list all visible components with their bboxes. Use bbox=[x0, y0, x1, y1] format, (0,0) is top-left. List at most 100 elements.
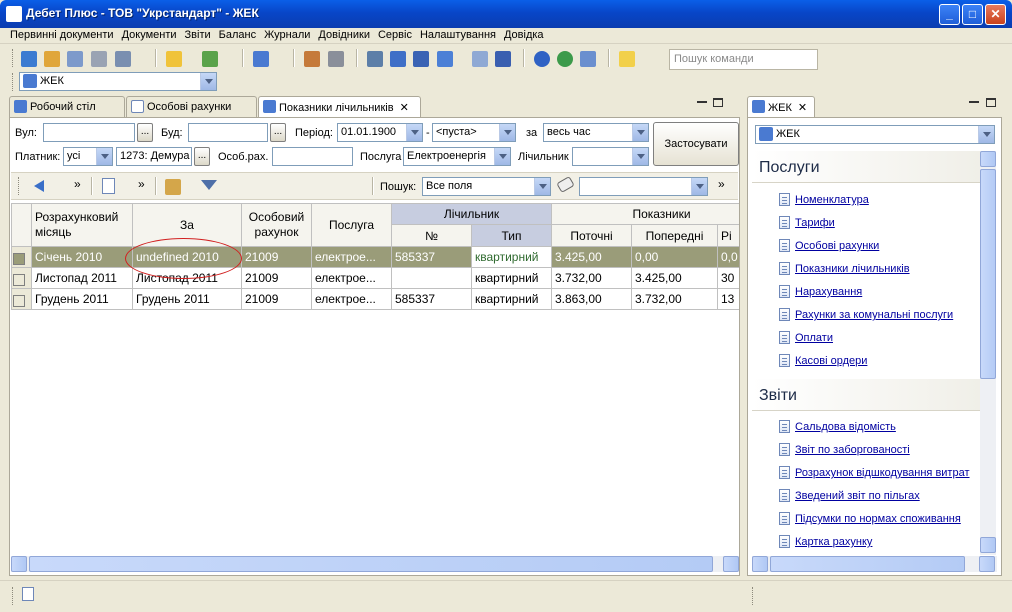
tools-icon[interactable] bbox=[328, 51, 344, 67]
menu-item[interactable]: Довідники bbox=[314, 28, 374, 43]
search-field-combo[interactable]: Все поля bbox=[422, 177, 551, 196]
chart-icon[interactable] bbox=[253, 51, 269, 67]
nav-link-accruals[interactable]: Нарахування bbox=[795, 286, 862, 298]
chevron-down-icon[interactable] bbox=[200, 73, 216, 90]
nav-link-meter-readings[interactable]: Показники лічильників bbox=[795, 263, 910, 275]
service-combo[interactable]: Електроенергія bbox=[403, 147, 511, 166]
building-select-button[interactable]: ... bbox=[270, 123, 286, 142]
period-to-combo[interactable]: <пуста> bbox=[432, 123, 516, 142]
mail-icon[interactable] bbox=[472, 51, 488, 67]
street-select-button[interactable]: ... bbox=[137, 123, 153, 142]
cell-diff[interactable]: 13 bbox=[716, 288, 739, 310]
open-folder-icon[interactable] bbox=[166, 51, 182, 67]
cell-month[interactable]: Листопад 2011 bbox=[31, 267, 133, 289]
col-current-header[interactable]: Поточні bbox=[551, 224, 632, 247]
scroll-thumb[interactable] bbox=[980, 169, 996, 379]
tab-desktop[interactable]: Робочий стіл bbox=[9, 96, 125, 117]
scroll-left-button[interactable] bbox=[752, 556, 768, 572]
cell-number[interactable]: 585337 bbox=[391, 288, 472, 310]
clipboard-icon[interactable] bbox=[115, 51, 131, 67]
toolbar-overflow-icon[interactable]: » bbox=[718, 177, 725, 191]
toolbar-grip[interactable] bbox=[12, 49, 15, 67]
search-value-combo[interactable] bbox=[579, 177, 708, 196]
user-icon[interactable] bbox=[304, 51, 320, 67]
close-tab-icon[interactable]: ✕ bbox=[798, 102, 807, 114]
nav-link-debt-report[interactable]: Звіт по заборгованості bbox=[795, 444, 910, 456]
navigator-vertical-scrollbar[interactable] bbox=[980, 151, 996, 555]
nav-link-benefits-summary[interactable]: Зведений звіт по пільгах bbox=[795, 490, 920, 502]
menu-item[interactable]: Сервіс bbox=[374, 28, 416, 43]
new-document-icon[interactable] bbox=[202, 51, 218, 67]
cell-number[interactable]: 585337 bbox=[391, 246, 472, 268]
scroll-right-button[interactable] bbox=[723, 556, 739, 572]
maximize-view-icon[interactable] bbox=[713, 98, 723, 107]
menu-item[interactable]: Журнали bbox=[260, 28, 314, 43]
maximize-view-icon[interactable] bbox=[986, 98, 996, 107]
star-icon[interactable] bbox=[390, 51, 406, 67]
cell-previous[interactable]: 3.425,00 bbox=[631, 267, 718, 289]
chevron-down-icon[interactable] bbox=[691, 178, 707, 195]
list-icon[interactable] bbox=[91, 51, 107, 67]
scroll-thumb[interactable] bbox=[770, 556, 965, 572]
tab-personal-accounts[interactable]: Особові рахунки bbox=[126, 96, 257, 117]
chevron-down-icon[interactable] bbox=[494, 148, 510, 165]
organization-combo[interactable]: ЖЕК bbox=[19, 72, 217, 91]
menu-item[interactable]: Документи bbox=[118, 28, 181, 43]
payer-code-input[interactable]: 1273: Демура bbox=[116, 147, 192, 166]
chevron-down-icon[interactable] bbox=[632, 124, 648, 141]
cell-type[interactable]: квартирний bbox=[471, 267, 552, 289]
cell-month[interactable]: Січень 2010 bbox=[31, 246, 133, 268]
cell-month[interactable]: Грудень 2011 bbox=[31, 288, 133, 310]
nav-link-cash-orders[interactable]: Касові ордери bbox=[795, 355, 867, 367]
title-bar[interactable]: Дебет Плюс - ТОВ "Укрстандарт" - ЖЕК _ □… bbox=[0, 0, 1012, 28]
nav-link-payments[interactable]: Оплати bbox=[795, 332, 833, 344]
scroll-left-button[interactable] bbox=[11, 556, 27, 572]
scroll-right-button[interactable] bbox=[979, 556, 995, 572]
warning-icon[interactable] bbox=[619, 51, 635, 67]
apply-button[interactable]: Застосувати bbox=[653, 122, 739, 166]
crosshair-icon[interactable] bbox=[413, 51, 429, 67]
maximize-button[interactable]: □ bbox=[962, 4, 983, 25]
chevron-down-icon[interactable] bbox=[499, 124, 515, 141]
scroll-up-button[interactable] bbox=[980, 151, 996, 167]
cell-diff[interactable]: 30 bbox=[716, 267, 739, 289]
fast-view-icon[interactable] bbox=[22, 587, 34, 601]
meter-combo[interactable] bbox=[572, 147, 649, 166]
close-button[interactable]: ✕ bbox=[985, 4, 1006, 25]
nav-link-utility-bills[interactable]: Рахунки за комунальні послуги bbox=[795, 309, 953, 321]
cell-current[interactable]: 3.732,00 bbox=[551, 267, 632, 289]
period-from-combo[interactable]: 01.01.1900 bbox=[337, 123, 423, 142]
nav-link-reimbursement[interactable]: Розрахунок відшкодування витрат bbox=[795, 467, 970, 479]
chevron-down-icon[interactable] bbox=[96, 148, 112, 165]
cell-previous[interactable]: 0,00 bbox=[631, 246, 718, 268]
close-tab-icon[interactable]: ✕ bbox=[400, 102, 409, 114]
col-service-header[interactable]: Послуга bbox=[311, 203, 392, 247]
tab-meter-readings[interactable]: Показники лічильників ✕ bbox=[258, 96, 421, 118]
nav-link-account-card[interactable]: Картка рахунку bbox=[795, 536, 872, 548]
new-document-icon[interactable] bbox=[102, 178, 115, 194]
chevron-down-icon[interactable] bbox=[978, 126, 994, 143]
chevron-down-icon[interactable] bbox=[406, 124, 422, 141]
menu-item[interactable]: Первинні документи bbox=[6, 28, 118, 43]
col-previous-header[interactable]: Попередні bbox=[631, 224, 718, 247]
cell-service[interactable]: електрое... bbox=[311, 246, 392, 268]
account-input[interactable] bbox=[272, 147, 353, 166]
cell-account[interactable]: 21009 bbox=[241, 246, 312, 268]
minimize-view-icon[interactable] bbox=[697, 100, 707, 103]
nav-link-balance-sheet[interactable]: Сальдова відомість bbox=[795, 421, 896, 433]
scroll-down-button[interactable] bbox=[980, 537, 996, 553]
row-selector[interactable] bbox=[11, 267, 32, 289]
toolbar-overflow-icon[interactable]: » bbox=[138, 177, 145, 191]
menu-item[interactable]: Довідка bbox=[500, 28, 548, 43]
row-selector[interactable] bbox=[11, 246, 32, 268]
command-search-input[interactable]: Пошук команди bbox=[669, 49, 818, 70]
cell-service[interactable]: електрое... bbox=[311, 267, 392, 289]
database-icon[interactable] bbox=[21, 51, 37, 67]
navigator-horizontal-scrollbar[interactable] bbox=[752, 556, 997, 572]
scroll-thumb[interactable] bbox=[29, 556, 713, 572]
table-row[interactable]: Січень 2010 undefined 2010 21009 електро… bbox=[11, 246, 739, 268]
wand-icon[interactable] bbox=[165, 179, 181, 195]
back-arrow-icon[interactable] bbox=[34, 180, 44, 192]
cell-previous[interactable]: 3.732,00 bbox=[631, 288, 718, 310]
col-month-header[interactable]: Розрахунковий місяць bbox=[31, 203, 133, 247]
